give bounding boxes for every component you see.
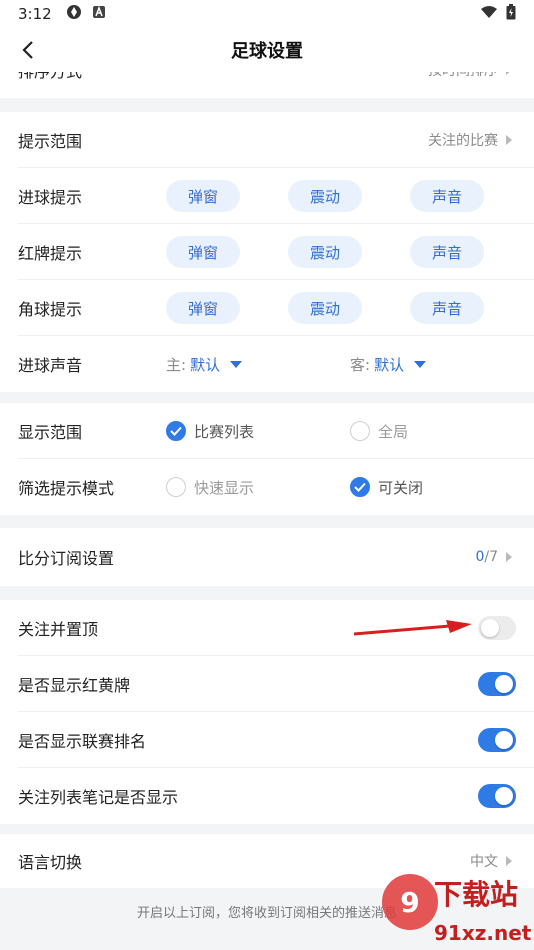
page-title: 足球设置 — [231, 41, 303, 62]
sort-value: 按时间排序 — [428, 72, 498, 80]
away-sound-select[interactable]: 客: 默认 — [350, 354, 427, 375]
alert-scope-row[interactable]: 提示范围 关注的比赛 — [0, 112, 534, 168]
redcard-alert-label: 红牌提示 — [18, 244, 83, 263]
show-cards-toggle[interactable] — [478, 672, 516, 696]
goal-vibrate-button[interactable]: 震动 — [288, 180, 362, 212]
svg-text:下载站: 下载站 — [434, 878, 518, 911]
redcard-alert-row: 红牌提示 弹窗 震动 声音 — [0, 224, 534, 280]
follow-pin-label: 关注并置顶 — [18, 620, 99, 639]
goal-sound-row: 进球声音 主: 默认 客: 默认 — [0, 336, 534, 392]
section-display: 显示范围 比赛列表 全局 筛选提示模式 快速显示 可关闭 — [0, 403, 534, 515]
battery-icon — [506, 4, 516, 24]
caret-down-icon — [230, 360, 243, 368]
score-subscription-row[interactable]: 比分订阅设置 0/7 — [0, 529, 534, 585]
corner-vibrate-button[interactable]: 震动 — [288, 292, 362, 324]
display-scope-option-b[interactable]: 全局 — [350, 421, 408, 442]
corner-alert-label: 角球提示 — [18, 300, 83, 319]
redcard-vibrate-button[interactable]: 震动 — [288, 236, 362, 268]
show-league-rank-toggle[interactable] — [478, 728, 516, 752]
radio-check-icon — [166, 421, 186, 441]
corner-sound-button[interactable]: 声音 — [410, 292, 484, 324]
home-sound-select[interactable]: 主: 默认 — [166, 354, 243, 375]
radio-check-icon — [350, 477, 370, 497]
display-scope-label: 显示范围 — [18, 423, 83, 442]
status-time: 3:12 — [18, 5, 52, 23]
show-cards-label: 是否显示红黄牌 — [18, 676, 131, 695]
goal-sound-label: 进球声音 — [18, 356, 83, 375]
away-sound-value: 默认 — [374, 355, 405, 374]
goal-sound-button[interactable]: 声音 — [410, 180, 484, 212]
show-league-rank-label: 是否显示联赛排名 — [18, 732, 147, 751]
a-notification-icon — [92, 5, 106, 23]
language-label: 语言切换 — [18, 853, 83, 872]
sort-label: 排序方式 — [18, 72, 82, 82]
svg-text:91xz.net: 91xz.net — [434, 921, 532, 945]
chevron-left-icon — [22, 41, 33, 59]
goal-alert-label: 进球提示 — [18, 188, 83, 207]
subscription-total: /7 — [484, 549, 498, 565]
redcard-sound-button[interactable]: 声音 — [410, 236, 484, 268]
goal-alert-row: 进球提示 弹窗 震动 声音 — [0, 168, 534, 224]
score-subscription-label: 比分订阅设置 — [18, 549, 115, 568]
corner-alert-row: 角球提示 弹窗 震动 声音 — [0, 280, 534, 336]
radio-check-icon — [350, 421, 370, 441]
filter-mode-label: 筛选提示模式 — [18, 479, 115, 498]
watermark-logo: 9 下载站 91xz.net — [382, 874, 532, 945]
home-sound-key: 主: — [166, 355, 187, 374]
away-sound-key: 客: — [350, 355, 371, 374]
svg-text:9: 9 — [400, 886, 419, 919]
goal-popup-button[interactable]: 弹窗 — [166, 180, 240, 212]
status-bar: 3:12 — [0, 0, 534, 28]
display-scope-option-a[interactable]: 比赛列表 — [166, 421, 254, 442]
toggle-row: 关注列表笔记是否显示 — [0, 768, 534, 824]
caret-down-icon — [414, 360, 427, 368]
chevron-right-icon — [506, 72, 512, 75]
back-button[interactable] — [14, 36, 42, 64]
show-notes-label: 关注列表笔记是否显示 — [18, 788, 179, 807]
annotation-arrow-icon — [353, 620, 472, 636]
chevron-right-icon — [506, 135, 512, 145]
follow-pin-toggle[interactable] — [478, 616, 516, 640]
section-sort: 排序方式 按时间排序 — [0, 72, 534, 98]
app-notification-icon — [66, 4, 82, 24]
section-alerts: 提示范围 关注的比赛 进球提示 弹窗 震动 声音 红牌提示 弹窗 震动 声音 角… — [0, 112, 534, 392]
app-bar: 足球设置 — [0, 28, 534, 72]
home-sound-value: 默认 — [190, 355, 221, 374]
sort-row[interactable]: 排序方式 按时间排序 — [0, 72, 534, 98]
wifi-icon — [480, 5, 498, 23]
filter-mode-option-b[interactable]: 可关闭 — [350, 477, 423, 498]
corner-popup-button[interactable]: 弹窗 — [166, 292, 240, 324]
alert-scope-label: 提示范围 — [18, 132, 83, 151]
toggle-row: 是否显示红黄牌 — [0, 656, 534, 712]
chevron-right-icon — [506, 552, 512, 562]
show-notes-toggle[interactable] — [478, 784, 516, 808]
filter-mode-option-a[interactable]: 快速显示 — [166, 477, 254, 498]
filter-mode-row: 筛选提示模式 快速显示 可关闭 — [0, 459, 534, 515]
toggle-row: 是否显示联赛排名 — [0, 712, 534, 768]
section-subscription: 比分订阅设置 0/7 — [0, 528, 534, 586]
display-scope-row: 显示范围 比赛列表 全局 — [0, 403, 534, 459]
chevron-right-icon — [506, 856, 512, 866]
alert-scope-value: 关注的比赛 — [428, 133, 498, 149]
radio-check-icon — [166, 477, 186, 497]
redcard-popup-button[interactable]: 弹窗 — [166, 236, 240, 268]
